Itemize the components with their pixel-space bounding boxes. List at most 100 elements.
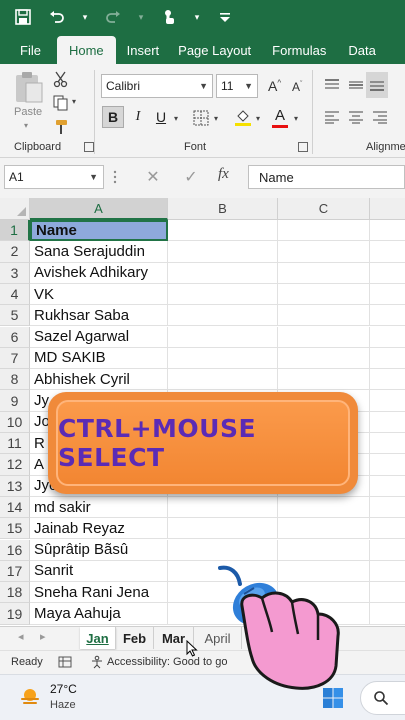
cell-a16[interactable]: Sûprâtip Bãsû [30, 539, 168, 561]
row-header-1[interactable]: 1 [0, 220, 30, 242]
font-name-dropdown-icon[interactable]: ▼ [199, 81, 208, 91]
fill-color-dropdown-icon[interactable]: ▾ [256, 114, 260, 123]
cell-a1-header[interactable]: Name [30, 220, 168, 242]
align-left-icon[interactable] [324, 110, 340, 124]
row-header-2[interactable]: 2 [0, 241, 30, 263]
empty-cell[interactable] [370, 433, 405, 455]
prev-sheet-icon[interactable]: ◂ [18, 630, 24, 643]
empty-cell[interactable] [370, 454, 405, 476]
cancel-formula-icon[interactable]: ✕ [142, 166, 164, 188]
cell-a2[interactable]: Sana Serajuddin [30, 241, 168, 263]
clipboard-launcher-icon[interactable] [84, 142, 94, 152]
cell-a4[interactable]: VK [30, 283, 168, 306]
cell-a15[interactable]: Jainab Reyaz [30, 518, 168, 540]
bold-button[interactable]: B [102, 106, 124, 128]
row-header-9[interactable]: 9 [0, 390, 30, 412]
next-sheet-icon[interactable]: ▸ [40, 630, 46, 643]
empty-cell[interactable] [168, 496, 278, 519]
copy-icon[interactable] [52, 94, 70, 112]
cell-a8[interactable]: Abhishek Cyril [30, 369, 168, 391]
customize-toolbar-icon[interactable] [214, 6, 236, 28]
row-header-6[interactable]: 6 [0, 326, 30, 348]
cell-a17[interactable]: Sanrit [30, 560, 168, 583]
accessibility-status[interactable]: Accessibility: Good to go [107, 656, 227, 668]
row-header-19[interactable]: 19 [0, 603, 30, 625]
underline-dropdown-icon[interactable]: ▾ [174, 114, 178, 123]
undo-dropdown-icon[interactable]: ▾ [80, 6, 90, 28]
empty-cell[interactable] [370, 412, 405, 433]
row-header-13[interactable]: 13 [0, 475, 30, 497]
font-size-combo[interactable]: 11 ▼ [216, 74, 258, 98]
underline-button[interactable]: U [150, 106, 172, 128]
haze-weather-icon[interactable] [18, 685, 42, 709]
row-header-15[interactable]: 15 [0, 518, 30, 540]
row-header-7[interactable]: 7 [0, 347, 30, 370]
row-header-12[interactable]: 12 [0, 454, 30, 476]
empty-cell[interactable] [370, 241, 405, 263]
empty-cell[interactable] [168, 326, 278, 348]
middle-align-icon[interactable] [348, 78, 364, 92]
tab-formulas[interactable]: Formulas [261, 36, 337, 64]
empty-cell[interactable] [278, 283, 370, 306]
name-box-dropdown-icon[interactable]: ▼ [89, 172, 98, 182]
italic-button[interactable]: I [127, 106, 149, 128]
touch-dropdown-icon[interactable]: ▾ [192, 6, 202, 28]
empty-cell[interactable] [278, 347, 370, 370]
column-header-b[interactable]: B [168, 198, 278, 220]
row-header-17[interactable]: 17 [0, 560, 30, 583]
cell-a18[interactable]: Sneha Rani Jena [30, 582, 168, 604]
fill-color-icon[interactable] [234, 108, 252, 126]
paste-button-label[interactable]: Paste [14, 106, 42, 118]
empty-cell[interactable] [168, 347, 278, 370]
confirm-formula-icon[interactable]: ✓ [180, 166, 202, 188]
empty-cell[interactable] [278, 326, 370, 348]
cell-a5[interactable]: Rukhsar Saba [30, 305, 168, 327]
save-icon[interactable] [12, 6, 34, 28]
empty-cell[interactable] [168, 220, 278, 242]
row-header-10[interactable]: 10 [0, 411, 30, 433]
redo-icon[interactable] [102, 6, 124, 28]
cell-a3[interactable]: Avishek Adhikary [30, 262, 168, 284]
row-header-3[interactable]: 3 [0, 262, 30, 284]
row-header-14[interactable]: 14 [0, 496, 30, 519]
empty-cell[interactable] [370, 284, 405, 306]
tab-insert[interactable]: Insert [118, 36, 169, 64]
empty-cell[interactable] [370, 305, 405, 327]
empty-cell[interactable] [168, 305, 278, 327]
column-header-c[interactable]: C [278, 198, 370, 220]
cut-icon[interactable] [52, 70, 70, 88]
align-center-icon[interactable] [348, 110, 364, 124]
row-header-16[interactable]: 16 [0, 539, 30, 561]
paste-icon[interactable] [14, 70, 44, 104]
borders-icon[interactable] [192, 109, 210, 127]
font-size-dropdown-icon[interactable]: ▼ [244, 81, 253, 91]
sheet-tab-jan[interactable]: Jan [80, 627, 116, 649]
row-header-8[interactable]: 8 [0, 369, 30, 391]
bottom-align-button[interactable] [366, 72, 388, 98]
align-right-icon[interactable] [372, 110, 388, 124]
empty-cell[interactable] [278, 518, 370, 540]
increase-font-icon[interactable]: A^ [268, 78, 281, 94]
empty-cell[interactable] [370, 603, 405, 625]
name-box[interactable]: A1 ▼ [4, 165, 104, 189]
empty-cell[interactable] [370, 390, 405, 412]
empty-cell[interactable] [278, 539, 370, 561]
sheet-tab-feb[interactable]: Feb [116, 627, 154, 649]
column-header-a[interactable]: A [30, 198, 168, 220]
empty-cell[interactable] [278, 369, 370, 391]
empty-cell[interactable] [168, 283, 278, 306]
empty-cell[interactable] [168, 539, 278, 561]
empty-cell[interactable] [370, 348, 405, 370]
font-color-icon[interactable]: A [272, 107, 288, 124]
copy-dropdown-icon[interactable]: ▾ [72, 97, 76, 106]
empty-cell[interactable] [370, 561, 405, 583]
font-name-combo[interactable]: Calibri ▼ [101, 74, 213, 98]
empty-cell[interactable] [278, 496, 370, 519]
tab-file[interactable]: File [0, 36, 55, 64]
paste-dropdown-icon[interactable]: ▾ [24, 121, 28, 130]
empty-cell[interactable] [370, 497, 405, 519]
touch-mode-icon[interactable] [158, 6, 180, 28]
tab-page-layout[interactable]: Page Layout [168, 36, 261, 64]
tab-data[interactable]: Data [337, 36, 386, 64]
accessibility-icon[interactable] [90, 655, 104, 669]
